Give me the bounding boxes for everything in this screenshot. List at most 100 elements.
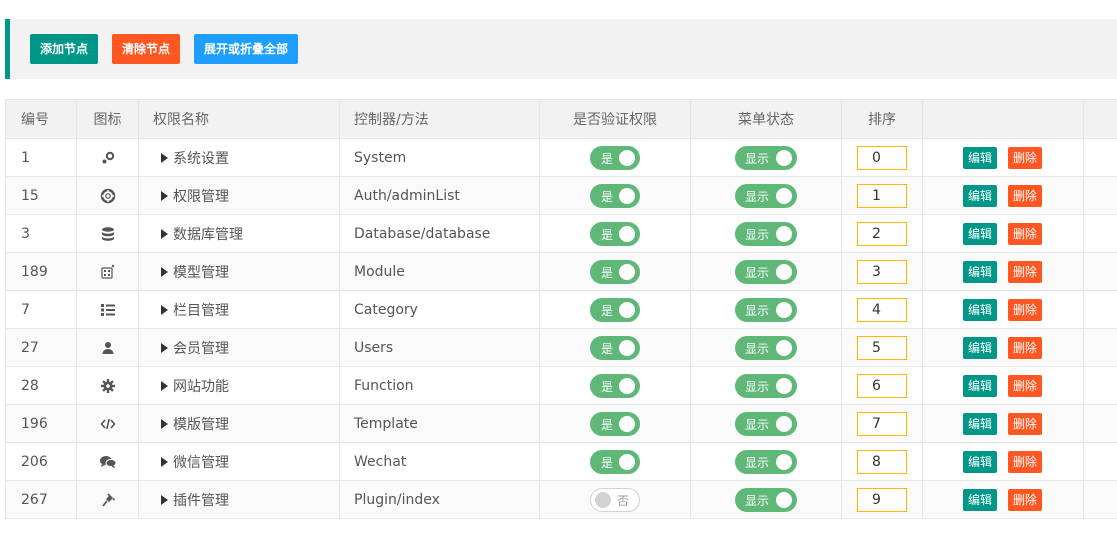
column-header-name: 权限名称 [138,99,340,139]
column-header-id: 编号 [5,99,77,139]
sort-input[interactable]: 5 [857,335,907,360]
switch-knob [776,415,792,432]
sort-input[interactable]: 2 [857,221,907,246]
row-auth-cell: 是 [539,328,691,367]
auth-switch[interactable]: 是 [590,183,640,208]
switch-knob [776,339,792,356]
edit-button[interactable]: 编辑 [963,222,997,245]
menu-switch-label: 显示 [745,455,770,470]
auth-switch[interactable]: 是 [590,145,640,170]
delete-button[interactable]: 删除 [1008,450,1042,473]
switch-knob [619,377,635,394]
sort-input[interactable]: 3 [857,259,907,284]
row-name-cell[interactable]: 会员管理 [138,328,340,367]
edit-button[interactable]: 编辑 [963,184,997,207]
switch-knob [776,491,792,508]
edit-button[interactable]: 编辑 [963,336,997,359]
auth-switch[interactable]: 是 [590,411,640,436]
edit-button[interactable]: 编辑 [963,374,997,397]
row-auth-cell: 是 [539,404,691,443]
sort-input[interactable]: 9 [857,487,907,512]
row-sort-cell: 2 [841,214,923,253]
row-sort-cell: 3 [841,252,923,291]
menu-status-switch[interactable]: 显示 [735,259,797,284]
row-name-cell[interactable]: 系统设置 [138,138,340,177]
sort-input[interactable]: 7 [857,411,907,436]
auth-switch[interactable]: 是 [590,297,640,322]
delete-button[interactable]: 删除 [1008,336,1042,359]
edit-button[interactable]: 编辑 [963,488,997,511]
table-row: 3 数据库管理 Database/database 是 显示 2 编辑 删除 [5,214,1117,253]
sort-input[interactable]: 6 [857,373,907,398]
caret-right-icon[interactable] [161,342,168,353]
sort-input[interactable]: 8 [857,449,907,474]
auth-switch[interactable]: 是 [590,259,640,284]
edit-button[interactable]: 编辑 [963,260,997,283]
auth-switch[interactable]: 是 [590,221,640,246]
row-controller: System [339,138,540,177]
menu-status-switch[interactable]: 显示 [735,297,797,322]
edit-button[interactable]: 编辑 [963,298,997,321]
caret-right-icon[interactable] [161,266,168,277]
menu-status-switch[interactable]: 显示 [735,335,797,360]
row-ops-cell: 编辑 删除 [922,404,1084,443]
auth-switch[interactable]: 否 [590,487,640,512]
delete-button[interactable]: 删除 [1008,298,1042,321]
menu-status-switch[interactable]: 显示 [735,449,797,474]
delete-button[interactable]: 删除 [1008,184,1042,207]
caret-right-icon[interactable] [161,380,168,391]
edit-button[interactable]: 编辑 [963,146,997,169]
row-menu-cell: 显示 [690,138,842,177]
column-header-sort: 排序 [841,99,923,139]
row-id: 28 [5,366,77,405]
auth-switch[interactable]: 是 [590,373,640,398]
delete-button[interactable]: 删除 [1008,374,1042,397]
delete-button[interactable]: 删除 [1008,222,1042,245]
caret-right-icon[interactable] [161,228,168,239]
menu-status-switch[interactable]: 显示 [735,145,797,170]
row-icon-cell [76,290,139,329]
row-name-cell[interactable]: 模版管理 [138,404,340,443]
edit-button[interactable]: 编辑 [963,450,997,473]
auth-switch[interactable]: 是 [590,335,640,360]
add-node-button[interactable]: 添加节点 [30,34,98,64]
row-name-cell[interactable]: 模型管理 [138,252,340,291]
menu-status-switch[interactable]: 显示 [735,373,797,398]
sort-input[interactable]: 4 [857,297,907,322]
row-icon-cell [76,404,139,443]
delete-button[interactable]: 删除 [1008,260,1042,283]
row-name: 权限管理 [173,188,229,205]
delete-button[interactable]: 删除 [1008,488,1042,511]
caret-right-icon[interactable] [161,304,168,315]
edit-button[interactable]: 编辑 [963,412,997,435]
caret-right-icon[interactable] [161,494,168,505]
row-name-cell[interactable]: 插件管理 [138,480,340,519]
row-name-cell[interactable]: 网站功能 [138,366,340,405]
clear-node-button[interactable]: 清除节点 [112,34,180,64]
menu-status-switch[interactable]: 显示 [735,221,797,246]
row-name: 模版管理 [173,416,229,433]
caret-right-icon[interactable] [161,418,168,429]
row-icon-cell [76,328,139,367]
row-name-cell[interactable]: 微信管理 [138,442,340,481]
caret-right-icon[interactable] [161,456,168,467]
row-id: 3 [5,214,77,253]
row-name: 插件管理 [173,492,229,509]
delete-button[interactable]: 删除 [1008,412,1042,435]
switch-knob [619,453,635,470]
row-name-cell[interactable]: 数据库管理 [138,214,340,253]
auth-switch[interactable]: 是 [590,449,640,474]
expand-collapse-all-button[interactable]: 展开或折叠全部 [194,34,298,64]
menu-status-switch[interactable]: 显示 [735,411,797,436]
row-name-cell[interactable]: 栏目管理 [138,290,340,329]
caret-right-icon[interactable] [161,190,168,201]
sort-input[interactable]: 1 [857,183,907,208]
row-id: 267 [5,480,77,519]
menu-switch-label: 显示 [745,493,770,508]
caret-right-icon[interactable] [161,152,168,163]
delete-button[interactable]: 删除 [1008,146,1042,169]
menu-status-switch[interactable]: 显示 [735,183,797,208]
row-name-cell[interactable]: 权限管理 [138,176,340,215]
menu-status-switch[interactable]: 显示 [735,487,797,512]
sort-input[interactable]: 0 [857,145,907,170]
